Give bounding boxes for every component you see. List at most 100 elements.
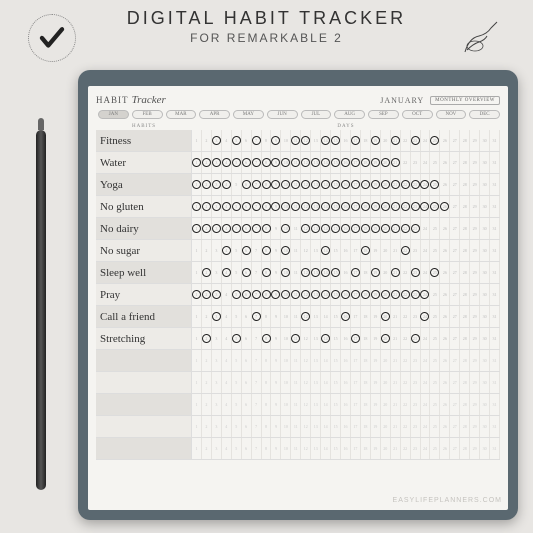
day-cell[interactable]: 11 (291, 196, 301, 217)
day-cell[interactable]: 1 (192, 394, 202, 415)
day-cell[interactable]: 29 (470, 196, 480, 217)
day-cell[interactable]: 13 (311, 218, 321, 239)
day-cell[interactable]: 19 (371, 218, 381, 239)
day-cell[interactable]: 26 (440, 218, 450, 239)
day-cell[interactable]: 15 (331, 372, 341, 393)
day-cell[interactable]: 22 (401, 284, 411, 305)
day-cell[interactable]: 11 (291, 372, 301, 393)
empty-habit-name[interactable] (96, 350, 192, 371)
day-cell[interactable]: 5 (232, 372, 242, 393)
day-cell[interactable]: 30 (480, 350, 490, 371)
day-cell[interactable]: 9 (271, 350, 281, 371)
day-cell[interactable]: 26 (440, 174, 450, 195)
day-cell[interactable]: 9 (271, 438, 281, 459)
day-cell[interactable]: 21 (391, 394, 401, 415)
day-cell[interactable]: 2 (202, 196, 212, 217)
day-cell[interactable]: 19 (371, 196, 381, 217)
day-cell[interactable]: 31 (490, 152, 500, 173)
day-cell[interactable]: 1 (192, 416, 202, 437)
day-cell[interactable]: 21 (391, 284, 401, 305)
day-cell[interactable]: 17 (351, 262, 361, 283)
day-cell[interactable]: 3 (212, 174, 222, 195)
day-cell[interactable]: 11 (291, 416, 301, 437)
day-cell[interactable]: 19 (371, 394, 381, 415)
day-cell[interactable]: 31 (490, 130, 500, 151)
day-cell[interactable]: 22 (401, 328, 411, 349)
day-cell[interactable]: 30 (480, 130, 490, 151)
day-cell[interactable]: 22 (401, 262, 411, 283)
day-cell[interactable]: 29 (470, 350, 480, 371)
day-cell[interactable]: 23 (411, 130, 421, 151)
day-cell[interactable]: 13 (311, 196, 321, 217)
day-cell[interactable]: 31 (490, 218, 500, 239)
day-cell[interactable]: 22 (401, 130, 411, 151)
day-cell[interactable]: 25 (430, 284, 440, 305)
day-cell[interactable]: 30 (480, 284, 490, 305)
day-cell[interactable]: 11 (291, 284, 301, 305)
day-cell[interactable]: 21 (391, 152, 401, 173)
day-cell[interactable]: 8 (262, 394, 272, 415)
day-cell[interactable]: 5 (232, 328, 242, 349)
day-cell[interactable]: 20 (381, 196, 391, 217)
day-cell[interactable]: 19 (371, 438, 381, 459)
day-cell[interactable]: 1 (192, 218, 202, 239)
day-cell[interactable]: 7 (252, 262, 262, 283)
day-cell[interactable]: 18 (361, 174, 371, 195)
day-cell[interactable]: 26 (440, 328, 450, 349)
month-tab-apr[interactable]: APR (199, 110, 230, 119)
day-cell[interactable]: 20 (381, 416, 391, 437)
day-cell[interactable]: 26 (440, 438, 450, 459)
day-cell[interactable]: 10 (281, 130, 291, 151)
day-cell[interactable]: 3 (212, 152, 222, 173)
day-cell[interactable]: 3 (212, 438, 222, 459)
day-cell[interactable]: 7 (252, 284, 262, 305)
month-tab-may[interactable]: MAY (233, 110, 264, 119)
day-cell[interactable]: 4 (222, 328, 232, 349)
day-cell[interactable]: 7 (252, 416, 262, 437)
day-cell[interactable]: 3 (212, 130, 222, 151)
day-cell[interactable]: 14 (321, 328, 331, 349)
day-cell[interactable]: 24 (421, 306, 431, 327)
day-cell[interactable]: 15 (331, 394, 341, 415)
day-cell[interactable]: 5 (232, 350, 242, 371)
day-cell[interactable]: 14 (321, 416, 331, 437)
day-cell[interactable]: 15 (331, 438, 341, 459)
day-cell[interactable]: 31 (490, 416, 500, 437)
day-cell[interactable]: 21 (391, 350, 401, 371)
day-cell[interactable]: 10 (281, 196, 291, 217)
day-cell[interactable]: 6 (242, 350, 252, 371)
day-cell[interactable]: 24 (421, 416, 431, 437)
day-cell[interactable]: 14 (321, 438, 331, 459)
day-cell[interactable]: 20 (381, 306, 391, 327)
day-cell[interactable]: 28 (460, 394, 470, 415)
day-cell[interactable]: 26 (440, 306, 450, 327)
day-cell[interactable]: 8 (262, 328, 272, 349)
day-cell[interactable]: 9 (271, 328, 281, 349)
month-tab-sep[interactable]: SEP (368, 110, 399, 119)
day-cell[interactable]: 15 (331, 130, 341, 151)
day-cell[interactable]: 23 (411, 394, 421, 415)
day-cell[interactable]: 10 (281, 372, 291, 393)
day-cell[interactable]: 16 (341, 372, 351, 393)
day-cell[interactable]: 9 (271, 196, 281, 217)
day-cell[interactable]: 1 (192, 284, 202, 305)
empty-habit-name[interactable] (96, 394, 192, 415)
day-cell[interactable]: 2 (202, 218, 212, 239)
day-cell[interactable]: 1 (192, 372, 202, 393)
day-cell[interactable]: 24 (421, 328, 431, 349)
day-cell[interactable]: 17 (351, 438, 361, 459)
day-cell[interactable]: 16 (341, 174, 351, 195)
day-cell[interactable]: 19 (371, 372, 381, 393)
day-cell[interactable]: 13 (311, 372, 321, 393)
empty-habit-name[interactable] (96, 372, 192, 393)
day-cell[interactable]: 13 (311, 416, 321, 437)
day-cell[interactable]: 23 (411, 372, 421, 393)
day-cell[interactable]: 24 (421, 438, 431, 459)
day-cell[interactable]: 26 (440, 262, 450, 283)
day-cell[interactable]: 14 (321, 174, 331, 195)
day-cell[interactable]: 30 (480, 394, 490, 415)
day-cell[interactable]: 17 (351, 416, 361, 437)
day-cell[interactable]: 18 (361, 306, 371, 327)
day-cell[interactable]: 6 (242, 372, 252, 393)
month-tab-mar[interactable]: MAR (166, 110, 197, 119)
